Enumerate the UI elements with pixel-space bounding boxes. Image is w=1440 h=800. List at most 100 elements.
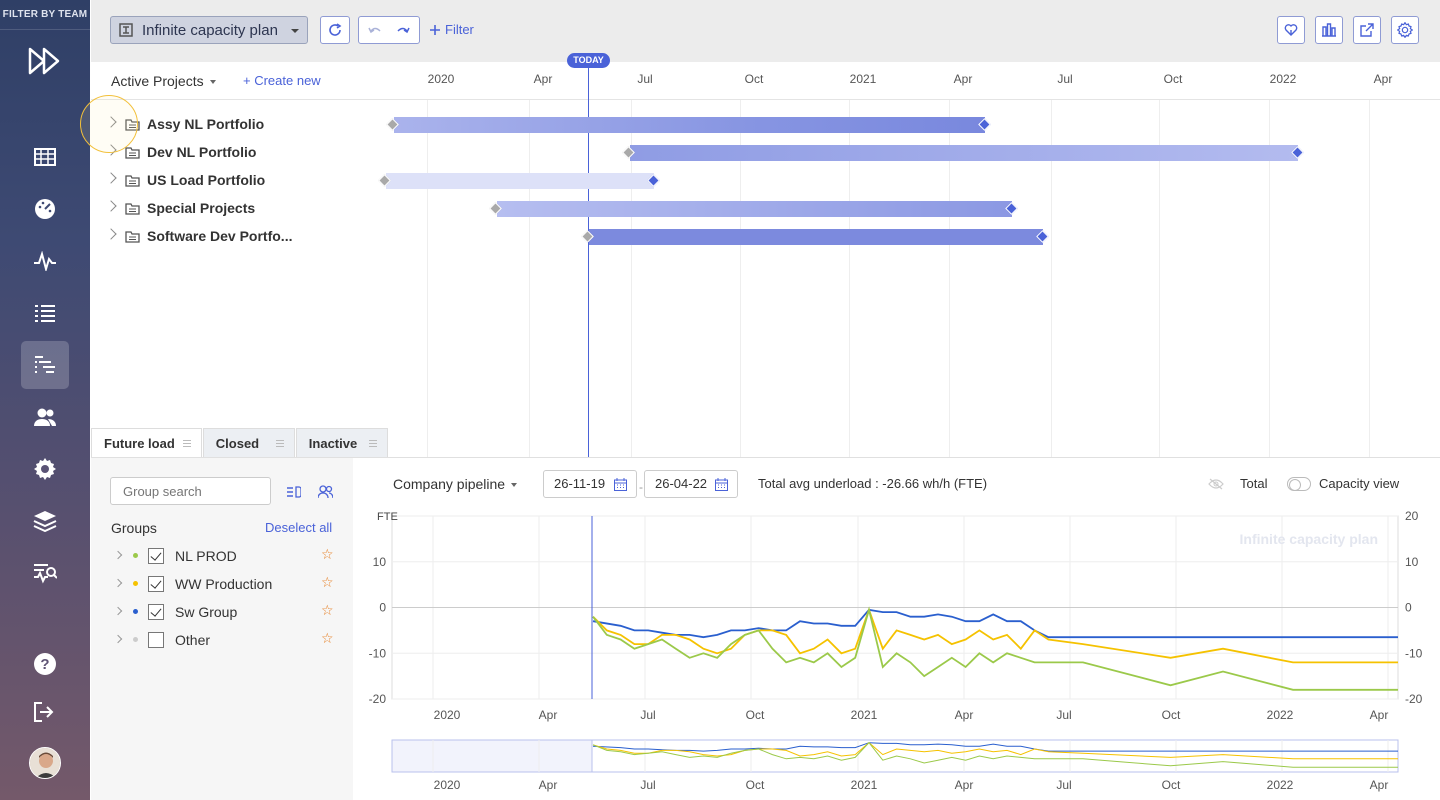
date-to-field[interactable]: 26-04-22 xyxy=(644,470,738,498)
tab-inactive[interactable]: Inactive xyxy=(295,428,388,458)
menu-icon[interactable] xyxy=(275,440,284,447)
project-bar[interactable] xyxy=(394,117,985,133)
group-item[interactable]: Other ☆ xyxy=(111,628,341,652)
plan-icon xyxy=(119,23,133,37)
pipeline-dropdown[interactable]: Company pipeline xyxy=(393,476,518,492)
group-checkbox[interactable] xyxy=(148,604,164,620)
gantt-icon[interactable] xyxy=(21,341,69,389)
users-filter-icon[interactable] xyxy=(318,485,333,498)
chevron-down-icon xyxy=(511,483,518,487)
dashboard-icon[interactable] xyxy=(21,185,69,233)
chevron-right-icon[interactable] xyxy=(105,200,117,212)
x-tick-label: Jul xyxy=(1056,708,1071,722)
avatar[interactable] xyxy=(29,747,61,779)
project-bar[interactable] xyxy=(589,229,1043,245)
tab-future-load[interactable]: Future load xyxy=(91,428,202,458)
create-new-button[interactable]: + Create new xyxy=(243,73,321,88)
heart-filter-button[interactable] xyxy=(1277,16,1305,44)
filter-button[interactable]: Filter xyxy=(430,22,474,37)
project-row[interactable]: US Load Portfolio xyxy=(91,167,381,195)
project-row[interactable]: Software Dev Portfo... xyxy=(91,223,381,251)
deselect-all-link[interactable]: Deselect all xyxy=(265,520,332,535)
total-toggle[interactable]: Total xyxy=(1208,476,1267,491)
group-item[interactable]: Sw Group ☆ xyxy=(111,600,341,624)
y-tick-label-right: 0 xyxy=(1405,601,1412,615)
heart-filter-icon xyxy=(1284,24,1298,36)
list-icon[interactable] xyxy=(21,289,69,337)
chevron-right-icon[interactable] xyxy=(113,606,123,616)
project-bar[interactable] xyxy=(497,201,1012,217)
menu-icon[interactable] xyxy=(182,440,191,447)
chevron-right-icon[interactable] xyxy=(105,228,117,240)
toggle-switch[interactable] xyxy=(1287,476,1311,491)
group-search-input[interactable] xyxy=(110,477,271,505)
plus-icon xyxy=(430,24,440,35)
y-tick-label: -10 xyxy=(369,646,387,660)
calendar-icon[interactable] xyxy=(715,478,728,491)
chevron-right-icon[interactable] xyxy=(113,550,123,560)
date-separator: - xyxy=(639,480,643,494)
activity-icon[interactable] xyxy=(21,237,69,285)
tab-closed[interactable]: Closed xyxy=(202,428,295,458)
group-checkbox[interactable] xyxy=(148,632,164,648)
project-bar[interactable] xyxy=(630,145,1298,161)
date-from-field[interactable]: 26-11-19 xyxy=(543,470,637,498)
analytics-icon[interactable] xyxy=(21,549,69,597)
y-tick-label: 0 xyxy=(379,601,386,615)
series-line xyxy=(592,607,1398,664)
layers-icon[interactable] xyxy=(21,497,69,545)
menu-icon[interactable] xyxy=(368,440,377,447)
project-name: Dev NL Portfolio xyxy=(147,144,257,160)
y-tick-label-right: -20 xyxy=(1405,692,1423,706)
chevron-right-icon[interactable] xyxy=(113,578,123,588)
chevron-right-icon[interactable] xyxy=(105,172,117,184)
chevron-right-icon[interactable] xyxy=(113,634,123,644)
help-icon[interactable]: ? xyxy=(21,640,69,688)
project-bar[interactable] xyxy=(386,173,654,189)
settings-icon[interactable] xyxy=(21,445,69,493)
timeline-tick-label: 2022 xyxy=(1269,72,1297,86)
grid-icon[interactable] xyxy=(21,133,69,181)
sort-list-icon[interactable] xyxy=(287,486,301,498)
project-name: US Load Portfolio xyxy=(147,172,266,188)
group-color-dot xyxy=(133,637,138,642)
group-checkbox[interactable] xyxy=(148,548,164,564)
active-projects-dropdown[interactable]: Active Projects xyxy=(111,73,216,89)
navigator-tick-label: Oct xyxy=(1162,778,1181,792)
total-label: Total xyxy=(1240,476,1268,491)
plan-select[interactable]: Infinite capacity plan xyxy=(110,16,308,44)
logout-icon[interactable] xyxy=(21,688,69,736)
x-tick-label: Apr xyxy=(955,708,974,722)
group-checkbox[interactable] xyxy=(148,576,164,592)
load-chart-panel: Company pipeline 26-11-19 - 26-04-22 Tot… xyxy=(353,458,1440,800)
star-icon[interactable]: ☆ xyxy=(321,574,334,591)
group-color-dot xyxy=(133,609,138,614)
date-from-value: 26-11-19 xyxy=(554,476,606,491)
redo-icon[interactable] xyxy=(396,25,410,35)
refresh-button[interactable] xyxy=(320,16,350,44)
group-item[interactable]: NL PROD ☆ xyxy=(111,544,341,568)
groups-panel: Groups Deselect all NL PROD☆WW Productio… xyxy=(91,458,353,800)
navigator-tick-label: 2021 xyxy=(851,778,878,792)
group-item[interactable]: WW Production ☆ xyxy=(111,572,341,596)
x-tick-label: 2020 xyxy=(434,708,461,722)
users-icon[interactable] xyxy=(21,393,69,441)
logo-icon[interactable] xyxy=(27,46,63,81)
columns-view-button[interactable] xyxy=(1315,16,1343,44)
plus-icon: + xyxy=(243,73,255,88)
group-name: NL PROD xyxy=(175,548,237,564)
export-button[interactable] xyxy=(1353,16,1381,44)
cursor-highlight xyxy=(80,95,138,153)
calendar-icon[interactable] xyxy=(614,478,627,491)
timeline-tick-label: Apr xyxy=(533,72,553,86)
undo-icon[interactable] xyxy=(368,25,382,35)
project-row[interactable]: Special Projects xyxy=(91,195,381,223)
star-icon[interactable]: ☆ xyxy=(321,630,334,647)
settings-button[interactable] xyxy=(1391,16,1419,44)
star-icon[interactable]: ☆ xyxy=(321,546,334,563)
project-row[interactable]: Dev NL Portfolio xyxy=(91,139,381,167)
filter-by-team-button[interactable]: FILTER BY TEAM xyxy=(0,0,90,30)
capacity-view-toggle[interactable]: Capacity view xyxy=(1287,476,1399,491)
star-icon[interactable]: ☆ xyxy=(321,602,334,619)
pipeline-label: Company pipeline xyxy=(393,476,506,492)
